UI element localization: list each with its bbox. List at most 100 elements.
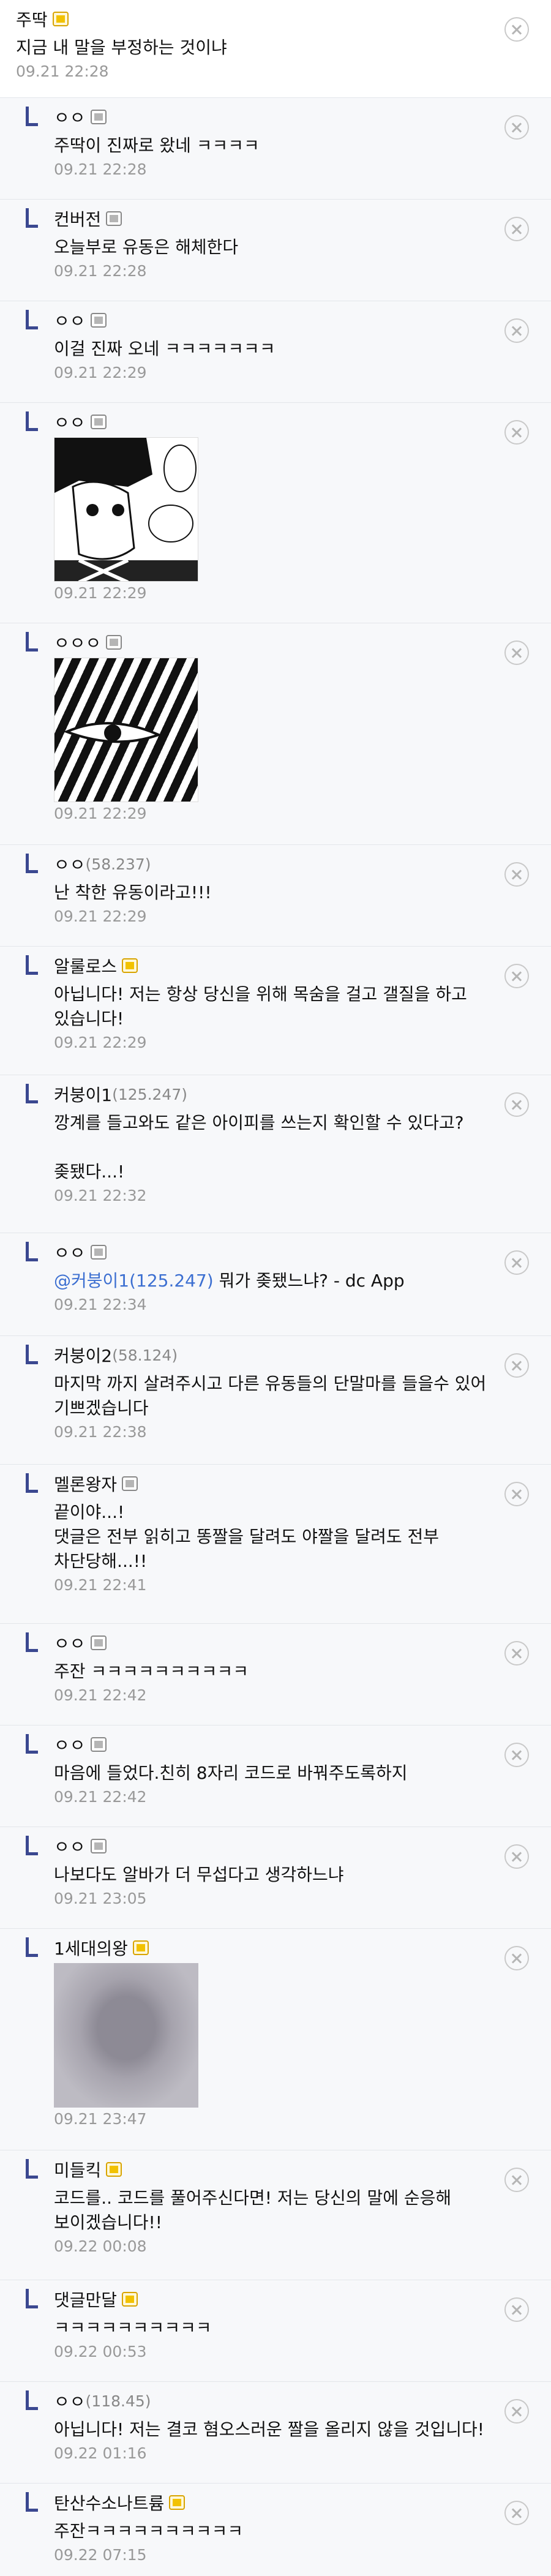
- comment-date: 09.21 22:41: [54, 1576, 147, 1594]
- delete-icon[interactable]: [504, 217, 529, 241]
- delete-icon[interactable]: [504, 2501, 529, 2525]
- reply-arrow-icon: [26, 1084, 38, 1103]
- manga-face-image[interactable]: [54, 437, 198, 582]
- comment-text: 깡계를 들고와도 같은 아이피를 쓰는지 확인할 수 있다고? 좆됐다...!: [54, 1113, 464, 1182]
- gallery-badge-icon: [52, 12, 69, 26]
- reply-arrow-icon: [26, 1242, 38, 1261]
- reply-arrow-icon: [26, 1734, 38, 1754]
- comment-author[interactable]: 주딱: [16, 7, 48, 31]
- delete-icon[interactable]: [504, 115, 529, 140]
- gallery-badge-icon: [90, 415, 107, 429]
- comment-item: 주딱 지금 내 말을 부정하는 것이냐 09.21 22:28: [0, 0, 551, 98]
- comment-text: 나보다도 알바가 더 무섭다고 생각하느냐: [54, 1864, 344, 1885]
- manga-stripes-image[interactable]: [54, 658, 198, 802]
- reply-arrow-icon: [26, 208, 38, 228]
- comment-text: 코드를.. 코드를 풀어주신다면! 저는 당신의 말에 순응해 보이겠습니다!!: [54, 2188, 457, 2232]
- comment-text: 아닙니다! 저는 결코 혐오스러운 짤을 올리지 않을 것입니다!: [54, 2419, 484, 2439]
- comment-date: 09.21 22:34: [54, 1296, 147, 1313]
- comment-date: 09.21 22:28: [54, 160, 147, 178]
- reply-item: ㅇㅇ (118.45) 아닙니다! 저는 결코 혐오스러운 짤을 올리지 않을 것…: [0, 2382, 551, 2484]
- comment-author[interactable]: 1세대의왕: [54, 1936, 128, 1960]
- delete-icon[interactable]: [504, 1946, 529, 1970]
- delete-icon[interactable]: [504, 862, 529, 887]
- comment-author[interactable]: ㅇㅇ: [54, 852, 86, 876]
- comment-ip: (58.124): [112, 1346, 178, 1364]
- reply-item: 알룰로스 아닙니다! 저는 항상 당신을 위해 목숨을 걸고 갤질을 하고 있습…: [0, 947, 551, 1075]
- reply-arrow-icon: [26, 1345, 38, 1364]
- reply-item: ㅇㅇ 이걸 진짜 오네 ㅋㅋㅋㅋㅋㅋㅋ 09.21 22:29: [0, 301, 551, 403]
- reply-arrow-icon: [26, 2289, 38, 2308]
- comment-text: 주딱이 진짜로 왔네 ㅋㅋㅋㅋ: [54, 135, 260, 156]
- reply-arrow-icon: [26, 2492, 38, 2512]
- delete-icon[interactable]: [504, 964, 529, 988]
- comment-text: 마음에 들었다.친히 8자리 코드로 바꿔주도록하지: [54, 1763, 408, 1783]
- delete-icon[interactable]: [504, 1092, 529, 1117]
- gallery-badge-icon: [90, 1245, 107, 1260]
- reply-arrow-icon: [26, 1836, 38, 1855]
- comment-author[interactable]: ㅇㅇ: [54, 1834, 86, 1858]
- comment-date: 09.21 23:05: [54, 1890, 147, 1907]
- comment-text: 주잔ㅋㅋㅋㅋㅋㅋㅋㅋㅋㅋ: [54, 2521, 244, 2541]
- comment-text: 주잔 ㅋㅋㅋㅋㅋㅋㅋㅋㅋㅋ: [54, 1661, 249, 1681]
- comment-author[interactable]: 컨버전: [54, 206, 101, 231]
- comment-text: 마지막 까지 살려주시고 다른 유동들의 단말마를 들을수 있어 기쁘겠습니다: [54, 1373, 492, 1418]
- reply-arrow-icon: [26, 411, 38, 431]
- comment-author[interactable]: 커붕이2: [54, 1343, 112, 1367]
- delete-icon[interactable]: [504, 2399, 529, 2424]
- delete-icon[interactable]: [504, 1353, 529, 1378]
- delete-icon[interactable]: [504, 318, 529, 343]
- mention-link[interactable]: @커붕이1(125.247): [54, 1271, 214, 1291]
- delete-icon[interactable]: [504, 17, 529, 42]
- delete-icon[interactable]: [504, 1743, 529, 1767]
- gallery-badge-icon: [106, 211, 122, 226]
- comment-ip: (118.45): [85, 2392, 151, 2410]
- comment-author[interactable]: 탄산수소나트륨: [54, 2490, 164, 2515]
- comment-date: 09.21 22:28: [54, 262, 147, 280]
- reply-item: ㅇㅇ 09.21 22:29: [0, 403, 551, 623]
- gallery-badge-icon: [90, 1839, 107, 1853]
- reply-item: ㅇㅇ 주딱이 진짜로 왔네 ㅋㅋㅋㅋ 09.21 22:28: [0, 98, 551, 200]
- reply-arrow-icon: [26, 310, 38, 329]
- gallery-badge-icon: [169, 2495, 186, 2510]
- delete-icon[interactable]: [504, 1844, 529, 1869]
- delete-icon[interactable]: [504, 640, 529, 665]
- comment-author[interactable]: ㅇㅇ: [54, 410, 86, 434]
- reply-item: 커붕이1 (125.247) 깡계를 들고와도 같은 아이피를 쓰는지 확인할 수…: [0, 1075, 551, 1233]
- comment-ip: (125.247): [112, 1085, 187, 1103]
- comment-author[interactable]: ㅇㅇ: [54, 105, 86, 129]
- comment-date: 09.22 00:53: [54, 2343, 147, 2360]
- comment-author[interactable]: 미들킥: [54, 2157, 101, 2182]
- delete-icon[interactable]: [504, 1482, 529, 1506]
- reply-arrow-icon: [26, 1937, 38, 1957]
- reply-arrow-icon: [26, 955, 38, 975]
- comment-ip: (58.237): [85, 855, 151, 873]
- comment-author[interactable]: 댓글만달: [54, 2287, 117, 2311]
- delete-icon[interactable]: [504, 1641, 529, 1665]
- comment-date: 09.22 07:15: [54, 2546, 147, 2564]
- comment-author[interactable]: 커붕이1: [54, 1082, 112, 1106]
- comment-author[interactable]: ㅇㅇㅇ: [54, 630, 101, 655]
- delete-icon[interactable]: [504, 1250, 529, 1275]
- comment-text: @커붕이1(125.247) 뭐가 좆됐느냐? - dc App: [0, 1269, 551, 1293]
- delete-icon[interactable]: [504, 2168, 529, 2192]
- comment-author[interactable]: ㅇㅇ: [54, 1732, 86, 1757]
- gallery-badge-icon: [106, 2162, 122, 2177]
- comment-author[interactable]: ㅇㅇ: [54, 308, 86, 332]
- reply-arrow-icon: [26, 1473, 38, 1493]
- gallery-badge-icon: [90, 1635, 107, 1650]
- comment-author[interactable]: ㅇㅇ: [54, 2389, 86, 2413]
- reply-item: ㅇㅇㅇ 09.21 22:29: [0, 623, 551, 845]
- gallery-badge-icon: [106, 635, 122, 650]
- reply-arrow-icon: [26, 2390, 38, 2410]
- reply-item: ㅇㅇ @커붕이1(125.247) 뭐가 좆됐느냐? - dc App 09.2…: [0, 1233, 551, 1336]
- comment-author[interactable]: 멜론왕자: [54, 1471, 117, 1496]
- reply-arrow-icon: [26, 632, 38, 652]
- reply-item: 탄산수소나트륨 주잔ㅋㅋㅋㅋㅋㅋㅋㅋㅋㅋ 09.22 07:15: [0, 2484, 551, 2576]
- comment-author[interactable]: 알룰로스: [54, 953, 117, 978]
- delete-icon[interactable]: [504, 2297, 529, 2322]
- delete-icon[interactable]: [504, 420, 529, 445]
- comment-author[interactable]: ㅇㅇ: [54, 1631, 86, 1655]
- comment-text: ㅋㅋㅋㅋㅋㅋㅋㅋㅋㅋ: [54, 2318, 212, 2338]
- comment-author[interactable]: ㅇㅇ: [54, 1240, 86, 1264]
- blurry-face-image[interactable]: [54, 1963, 198, 2108]
